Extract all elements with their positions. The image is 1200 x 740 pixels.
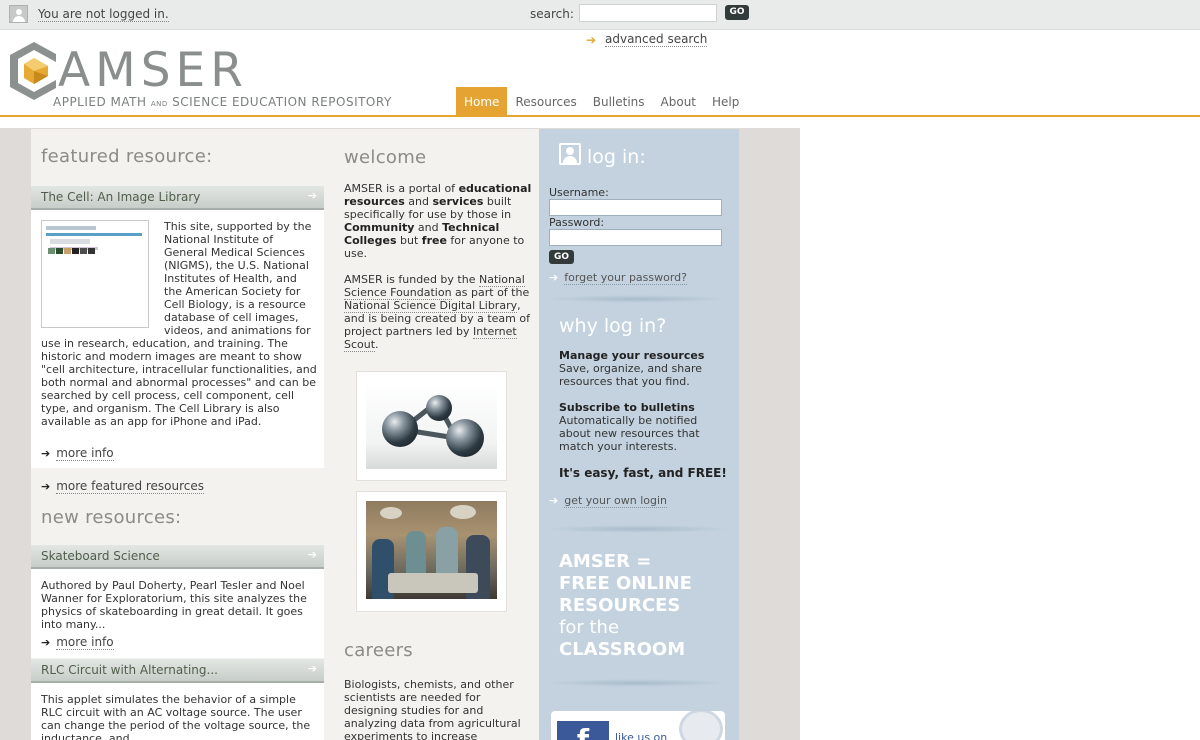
welcome-paragraph: AMSER is a portal of educational resourc… xyxy=(344,182,532,260)
resource-title-bar[interactable]: RLC Circuit with Alternating... ➔ xyxy=(31,659,324,683)
thumbs-up-icon xyxy=(679,711,723,740)
featured-description: This site, supported by the National Ins… xyxy=(41,220,317,428)
facebook-text: like us on xyxy=(615,731,668,740)
username-label: Username: xyxy=(549,186,609,199)
login-status-link[interactable]: You are not logged in. xyxy=(38,7,169,22)
login-heading: log in: xyxy=(559,143,646,168)
featured-title-bar[interactable]: The Cell: An Image Library ➔ xyxy=(31,186,324,210)
funding-paragraph: AMSER is funded by the National Science … xyxy=(344,273,530,352)
facebook-like-box[interactable]: f like us on xyxy=(551,711,725,740)
facebook-icon: f xyxy=(557,721,609,740)
get-login-link[interactable]: ➔ get your own login xyxy=(549,494,667,508)
why-login-heading: why log in? xyxy=(559,315,667,337)
resource-description: This applet simulates the behavior of a … xyxy=(41,693,311,740)
molecule-image[interactable] xyxy=(356,371,507,481)
more-featured-link[interactable]: ➔ more featured resources xyxy=(41,479,205,494)
divider xyxy=(545,295,729,303)
featured-title[interactable]: The Cell: An Image Library xyxy=(41,190,200,204)
resource-description: Authored by Paul Doherty, Pearl Tesler a… xyxy=(41,579,307,631)
middle-column: welcome AMSER is a portal of educational… xyxy=(324,129,539,740)
featured-panel: This site, supported by the National Ins… xyxy=(31,210,324,468)
nav-about[interactable]: About xyxy=(653,87,704,115)
password-field[interactable] xyxy=(549,229,722,246)
user-icon xyxy=(559,143,581,165)
arrow-right-icon: ➔ xyxy=(41,480,51,493)
nav-resources[interactable]: Resources xyxy=(507,87,584,115)
welcome-heading: welcome xyxy=(344,147,427,168)
username-field[interactable] xyxy=(549,199,722,216)
nav-divider xyxy=(0,115,1200,117)
resource-more-info[interactable]: ➔ more info xyxy=(41,635,114,650)
free-tagline: It's easy, fast, and FREE! xyxy=(559,466,727,480)
nav-home[interactable]: Home xyxy=(456,87,508,115)
user-icon xyxy=(9,5,28,23)
subscribe-text: Subscribe to bulletins Automatically be n… xyxy=(559,401,700,453)
amser-logo-icon[interactable] xyxy=(8,40,60,102)
arrow-right-icon: ➔ xyxy=(307,548,317,561)
featured-more-info[interactable]: ➔ more info xyxy=(41,446,114,461)
arrow-right-icon: ➔ xyxy=(586,33,597,47)
advanced-search-link[interactable]: advanced search xyxy=(605,32,708,47)
nsdl-link[interactable]: National Science Digital Library xyxy=(344,299,518,313)
featured-heading: featured resource: xyxy=(41,146,213,167)
arrow-right-icon: ➔ xyxy=(307,189,317,202)
surgery-photo[interactable] xyxy=(356,491,507,612)
right-column: log in: Username: Password: GO ➔ forget y… xyxy=(539,129,739,740)
resource-title-bar[interactable]: Skateboard Science ➔ xyxy=(31,545,324,569)
nav-help[interactable]: Help xyxy=(704,87,747,115)
divider xyxy=(545,525,729,533)
careers-text: Biologists, chemists, and other scientis… xyxy=(344,678,521,740)
logo-subtitle: APPLIED MATH AND SCIENCE EDUCATION REPOS… xyxy=(53,95,392,109)
resource-panel: This applet simulates the behavior of a … xyxy=(31,683,324,740)
forgot-password-link[interactable]: ➔ forget your password? xyxy=(549,271,688,285)
arrow-right-icon: ➔ xyxy=(549,494,559,507)
main-nav: Home Resources Bulletins About Help xyxy=(456,87,747,115)
resource-title[interactable]: Skateboard Science xyxy=(41,549,160,563)
resource-panel: Authored by Paul Doherty, Pearl Tesler a… xyxy=(31,569,324,658)
search-input[interactable] xyxy=(579,4,717,22)
manage-resources-text: Manage your resources Save, organize, and… xyxy=(559,349,705,388)
arrow-right-icon: ➔ xyxy=(41,636,51,649)
search-go-button[interactable]: GO xyxy=(725,5,749,20)
resource-title[interactable]: RLC Circuit with Alternating... xyxy=(41,663,218,677)
login-go-button[interactable]: GO xyxy=(549,250,574,264)
promo-banner: AMSER = FREE ONLINE RESOURCES for the CL… xyxy=(559,551,692,660)
logo-wordmark: AMSER xyxy=(58,43,248,98)
careers-heading: careers xyxy=(344,640,413,661)
top-bar: You are not logged in. search: GO xyxy=(0,0,1200,30)
divider xyxy=(545,679,729,687)
arrow-right-icon: ➔ xyxy=(549,271,559,284)
arrow-right-icon: ➔ xyxy=(41,447,51,460)
new-resources-heading: new resources: xyxy=(41,507,182,528)
nav-bulletins[interactable]: Bulletins xyxy=(585,87,653,115)
search-label: search: xyxy=(530,7,574,21)
password-label: Password: xyxy=(549,216,605,229)
arrow-right-icon: ➔ xyxy=(307,662,317,675)
left-column: featured resource: The Cell: An Image Li… xyxy=(31,129,324,740)
